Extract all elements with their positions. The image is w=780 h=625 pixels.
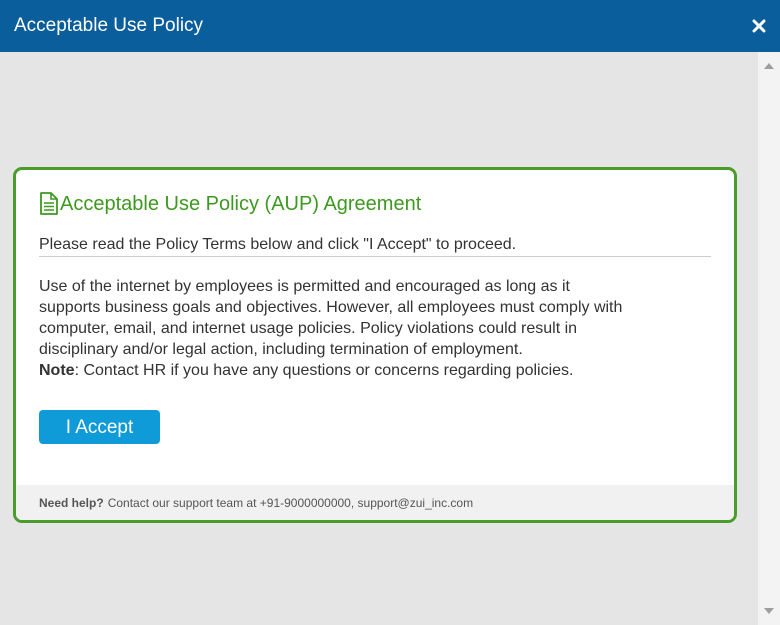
vertical-scrollbar[interactable] [758, 52, 780, 625]
policy-line: computer, email, and internet usage poli… [39, 320, 578, 337]
instruction-text: Please read the Policy Terms below and c… [39, 236, 711, 257]
policy-line: Use of the internet by employees is perm… [39, 278, 570, 295]
scroll-down-icon[interactable] [764, 608, 774, 614]
help-footer: Need help? Contact our support team at +… [16, 485, 734, 520]
scroll-up-icon[interactable] [764, 63, 774, 69]
close-icon[interactable] [748, 15, 770, 37]
help-text: Contact our support team at +91-90000000… [107, 495, 474, 510]
accept-button[interactable]: I Accept [39, 410, 160, 444]
title-bar: Acceptable Use Policy [0, 0, 780, 52]
policy-card: Acceptable Use Policy (AUP) Agreement Pl… [13, 167, 737, 523]
policy-line: disciplinary and/or legal action, includ… [39, 341, 523, 358]
note-label: Note [39, 362, 75, 379]
policy-note: Note: Contact HR if you have any questio… [39, 360, 711, 381]
note-text: : Contact HR if you have any questions o… [74, 362, 574, 379]
policy-line: supports business goals and objectives. … [39, 299, 623, 316]
help-label: Need help? [39, 495, 104, 510]
document-icon [39, 192, 59, 216]
window-title: Acceptable Use Policy [14, 15, 204, 36]
policy-window: Acceptable Use Policy Acceptable Use Pol… [0, 0, 780, 625]
card-heading-text: Acceptable Use Policy (AUP) Agreement [60, 193, 422, 215]
policy-text: Use of the internet by employees is perm… [39, 276, 711, 381]
card-heading: Acceptable Use Policy (AUP) Agreement [39, 192, 711, 216]
